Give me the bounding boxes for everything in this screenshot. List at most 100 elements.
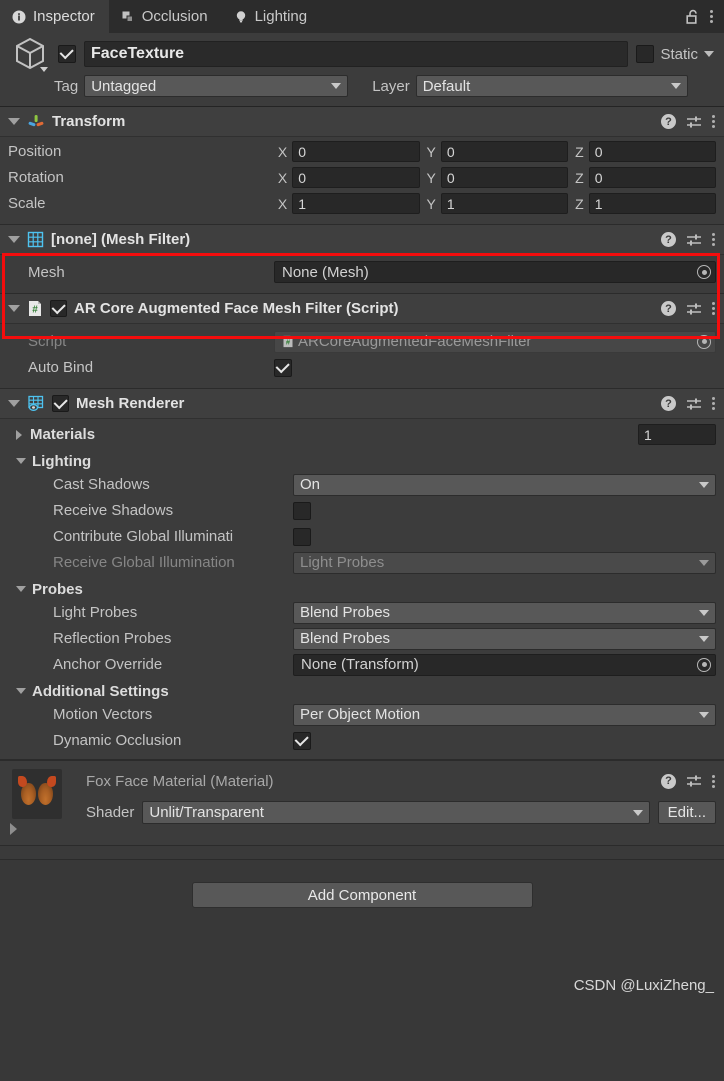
scale-z-field[interactable]: 1 [588, 193, 717, 214]
tab-inspector-label: Inspector [33, 8, 95, 25]
receive-gi-row: Receive Global Illumination Light Probes [8, 551, 716, 574]
edit-shader-button[interactable]: Edit... [657, 801, 716, 824]
kebab-menu-icon[interactable] [712, 115, 716, 128]
gameobject-name-row: FaceTexture Static [10, 37, 714, 72]
rotation-x-field[interactable]: 0 [292, 167, 420, 188]
scale-y-field[interactable]: 1 [440, 193, 569, 214]
position-z-field[interactable]: 0 [588, 141, 717, 162]
mesh-object-value: None (Mesh) [282, 263, 369, 281]
help-icon[interactable]: ? [661, 232, 676, 247]
preset-settings-icon[interactable] [686, 397, 702, 411]
mesh-filter-header-actions: ? [661, 232, 716, 247]
arcore-script-header[interactable]: # AR Core Augmented Face Mesh Filter (Sc… [0, 294, 724, 324]
materials-row[interactable]: Materials 1 [8, 423, 716, 446]
kebab-menu-icon[interactable] [712, 774, 716, 788]
material-foldout-icon[interactable] [10, 823, 17, 835]
material-preview-block: Fox Face Material (Material) ? Shader Un… [0, 760, 724, 846]
rotation-z-field[interactable]: 0 [588, 167, 717, 188]
layer-dropdown[interactable]: Default [415, 75, 688, 97]
kebab-menu-icon[interactable] [712, 233, 716, 246]
chevron-down-icon [632, 809, 643, 816]
material-title: Fox Face Material (Material) [86, 772, 274, 790]
object-picker-icon[interactable] [697, 657, 711, 672]
foldout-icon[interactable] [16, 688, 26, 694]
preset-settings-icon[interactable] [686, 302, 702, 316]
lighting-group-header[interactable]: Lighting [8, 449, 716, 473]
transform-axis-icon [27, 113, 45, 131]
probes-group-header[interactable]: Probes [8, 577, 716, 601]
gameobject-enabled-checkbox[interactable] [58, 45, 76, 63]
foldout-icon[interactable] [8, 236, 20, 243]
material-title-row: Fox Face Material (Material) ? [74, 769, 716, 793]
position-x-field[interactable]: 0 [292, 141, 420, 162]
dynamic-occlusion-checkbox[interactable] [293, 731, 311, 750]
transform-title: Transform [52, 113, 126, 130]
contribute-gi-label: Contribute Global Illuminati [53, 528, 234, 545]
dynamic-occlusion-label: Dynamic Occlusion [53, 732, 182, 749]
position-y-field[interactable]: 0 [440, 141, 569, 162]
materials-count-field[interactable]: 1 [638, 424, 716, 445]
contribute-gi-checkbox[interactable] [293, 527, 311, 546]
foldout-icon[interactable] [8, 118, 20, 125]
kebab-menu-icon[interactable] [710, 10, 714, 23]
tab-inspector[interactable]: Inspector [0, 0, 109, 33]
mesh-filter-header[interactable]: [none] (Mesh Filter) ? [0, 225, 724, 255]
reflection-probes-dropdown[interactable]: Blend Probes [293, 627, 716, 650]
open-padlock-icon[interactable] [686, 9, 700, 25]
foldout-icon[interactable] [8, 400, 20, 407]
chevron-down-icon [699, 711, 709, 718]
static-dropdown-caret-icon[interactable] [704, 51, 714, 57]
light-probes-dropdown[interactable]: Blend Probes [293, 601, 716, 624]
anchor-override-object-field[interactable]: None (Transform) [293, 653, 716, 676]
shader-dropdown[interactable]: Unlit/Transparent [142, 801, 650, 824]
preset-settings-icon[interactable] [686, 115, 702, 129]
arcore-script-enabled-checkbox[interactable] [50, 300, 67, 317]
additional-settings-group-header[interactable]: Additional Settings [8, 679, 716, 703]
static-checkbox[interactable] [636, 45, 655, 63]
foldout-icon[interactable] [16, 586, 26, 592]
foldout-icon[interactable] [16, 429, 22, 440]
object-picker-icon[interactable] [697, 334, 711, 349]
static-label: Static [660, 45, 698, 63]
cast-shadows-dropdown[interactable]: On [293, 473, 716, 496]
arcore-script-title: AR Core Augmented Face Mesh Filter (Scri… [74, 300, 399, 317]
receive-shadows-row: Receive Shadows [8, 499, 716, 522]
preset-settings-icon[interactable] [686, 774, 702, 788]
receive-shadows-checkbox[interactable] [293, 501, 311, 520]
rotation-y-field[interactable]: 0 [440, 167, 569, 188]
tab-occlusion[interactable]: Occlusion [109, 0, 222, 33]
tab-bar: Inspector Occlusion Lighting [0, 0, 724, 33]
transform-header[interactable]: Transform ? [0, 107, 724, 137]
tab-lighting-label: Lighting [254, 8, 308, 25]
mesh-object-field[interactable]: None (Mesh) [274, 261, 716, 283]
help-icon[interactable]: ? [661, 301, 676, 316]
foldout-icon[interactable] [8, 305, 20, 312]
add-component-button[interactable]: Add Component [191, 882, 533, 908]
shader-value: Unlit/Transparent [149, 804, 264, 821]
motion-vectors-dropdown[interactable]: Per Object Motion [293, 703, 716, 726]
reflection-probes-row: Reflection Probes Blend Probes [8, 627, 716, 650]
auto-bind-checkbox[interactable] [274, 358, 292, 377]
help-icon[interactable]: ? [661, 773, 676, 789]
preset-settings-icon[interactable] [686, 233, 702, 247]
tag-dropdown[interactable]: Untagged [84, 75, 349, 97]
material-thumb-col [8, 769, 66, 835]
tab-lighting[interactable]: Lighting [222, 0, 322, 33]
lighting-group-label: Lighting [32, 452, 92, 470]
script-object-field[interactable]: # ARCoreAugmentedFaceMeshFilter [274, 330, 716, 353]
mesh-row: Mesh None (Mesh) [8, 260, 716, 284]
foldout-icon[interactable] [16, 458, 26, 464]
shader-row: Shader Unlit/Transparent Edit... [74, 801, 716, 824]
help-icon[interactable]: ? [661, 114, 676, 129]
receive-gi-dropdown[interactable]: Light Probes [293, 551, 716, 574]
kebab-menu-icon[interactable] [712, 397, 716, 410]
mesh-renderer-header[interactable]: Mesh Renderer ? [0, 389, 724, 419]
kebab-menu-icon[interactable] [712, 302, 716, 315]
help-icon[interactable]: ? [661, 396, 676, 411]
empty-strip [0, 846, 724, 860]
gameobject-name-field[interactable]: FaceTexture [84, 41, 629, 67]
object-picker-icon[interactable] [697, 265, 711, 279]
cube-icon[interactable] [10, 34, 50, 74]
scale-x-field[interactable]: 1 [292, 193, 420, 214]
mesh-renderer-enabled-checkbox[interactable] [52, 395, 69, 412]
